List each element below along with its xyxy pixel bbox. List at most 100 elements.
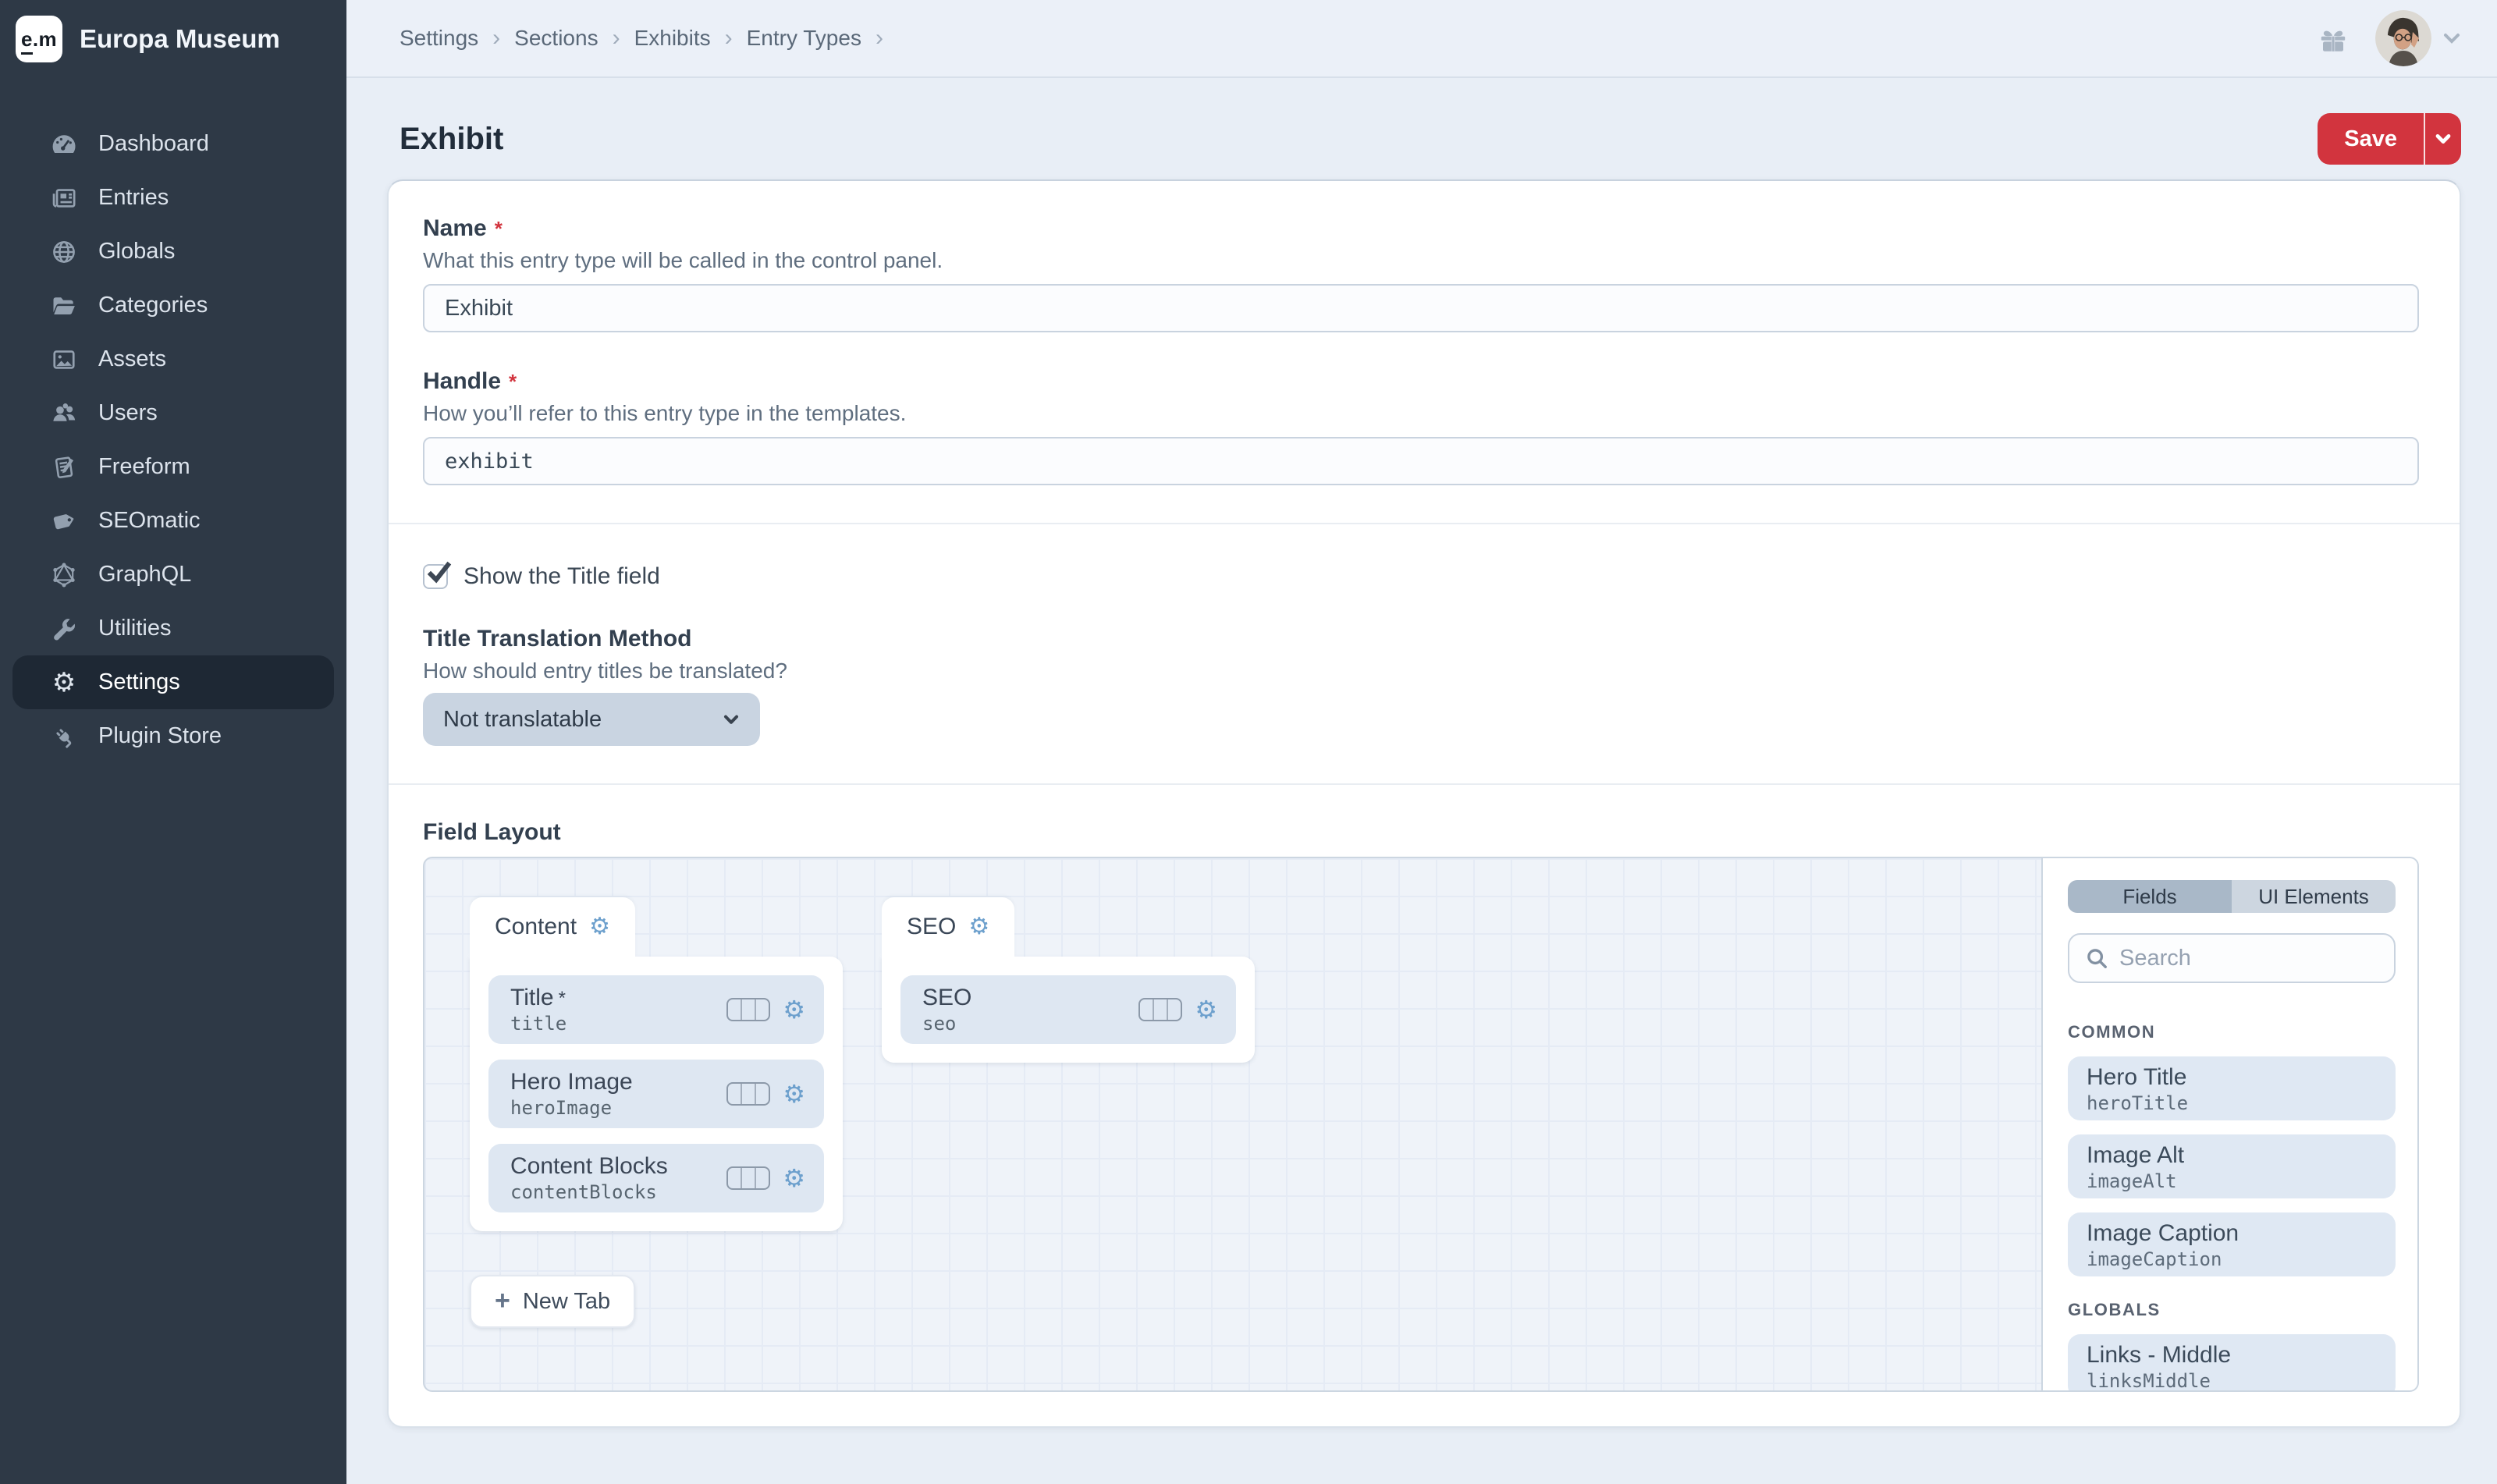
field-settings-gear-icon[interactable]: ⚙ xyxy=(783,1166,805,1191)
name-input[interactable] xyxy=(423,284,2419,332)
sidebar-item-users[interactable]: Users xyxy=(12,386,334,440)
tab-settings-gear-icon[interactable]: ⚙ xyxy=(968,915,989,939)
sidebar-item-label: Users xyxy=(98,400,158,426)
topbar: Settings Sections Exhibits Entry Types xyxy=(346,0,2497,78)
required-asterisk: * xyxy=(559,988,566,1014)
plus-icon xyxy=(495,1287,510,1315)
sidebar-item-seomatic[interactable]: SEOmatic xyxy=(12,494,334,548)
topbar-actions xyxy=(2316,10,2463,66)
sidebar-item-label: Categories xyxy=(98,293,208,318)
wrench-icon xyxy=(50,615,78,643)
gauge-icon xyxy=(50,130,78,158)
picker-field-image-alt[interactable]: Image Alt imageAlt xyxy=(2068,1134,2396,1198)
field-width-widget[interactable] xyxy=(726,1166,770,1190)
sidebar-item-label: Entries xyxy=(98,185,169,211)
page-content: Exhibit Save Name * What this entry type… xyxy=(346,78,2497,1484)
chevron-right-icon xyxy=(613,25,620,51)
save-menu-button[interactable] xyxy=(2424,113,2461,165)
app-window: e.m Europa Museum Dashboard Entries Glob… xyxy=(0,0,2497,1484)
field-handle: seo xyxy=(922,1013,1138,1035)
sidebar-item-label: Utilities xyxy=(98,616,171,641)
breadcrumb-exhibits[interactable]: Exhibits xyxy=(634,26,711,51)
sidebar-nav: Dashboard Entries Globals Categories Ass… xyxy=(0,117,346,763)
field-picker-panel: Fields UI Elements COMMON Hero Title her… xyxy=(2041,858,2417,1390)
picker-field-image-caption[interactable]: Image Caption imageCaption xyxy=(2068,1212,2396,1276)
field-width-widget[interactable] xyxy=(726,1082,770,1106)
title-translation-instructions: How should entry titles be translated? xyxy=(423,659,2419,683)
globe-icon xyxy=(50,238,78,266)
field-settings-gear-icon[interactable]: ⚙ xyxy=(783,997,805,1022)
save-button[interactable]: Save xyxy=(2318,113,2424,165)
new-tab-button[interactable]: New Tab xyxy=(470,1275,635,1328)
sidebar-item-label: Globals xyxy=(98,239,175,264)
field-settings-gear-icon[interactable]: ⚙ xyxy=(783,1081,805,1106)
title-translation-select[interactable]: Not translatable xyxy=(423,693,760,746)
sidebar-item-entries[interactable]: Entries xyxy=(12,171,334,225)
page-title: Exhibit xyxy=(387,122,503,157)
plug-icon xyxy=(50,722,78,751)
field-settings-gear-icon[interactable]: ⚙ xyxy=(1195,997,1217,1022)
search-icon xyxy=(2085,946,2108,970)
layout-field-content-blocks[interactable]: Content Blocks contentBlocks ⚙ xyxy=(488,1144,824,1212)
layout-tab-content-header[interactable]: Content ⚙ xyxy=(470,897,635,957)
logo-text-rest: .m xyxy=(33,27,57,51)
image-icon xyxy=(50,346,78,374)
gift-icon[interactable] xyxy=(2316,21,2350,55)
layout-field-title[interactable]: Title* title ⚙ xyxy=(488,975,824,1044)
layout-tab-name: Content xyxy=(495,914,577,940)
layout-tab-seo-header[interactable]: SEO ⚙ xyxy=(882,897,1014,957)
name-label: Name * xyxy=(423,215,2419,242)
field-layout-designer: Content ⚙ Title* title xyxy=(423,857,2419,1392)
sidebar-item-graphql[interactable]: GraphQL xyxy=(12,548,334,602)
show-title-checkbox[interactable] xyxy=(423,564,448,589)
sidebar-item-categories[interactable]: Categories xyxy=(12,279,334,332)
picker-field-hero-title[interactable]: Hero Title heroTitle xyxy=(2068,1056,2396,1120)
brand-logo: e.m xyxy=(16,16,62,62)
chevron-down-icon xyxy=(721,709,741,730)
clipboard-form-icon xyxy=(50,453,78,481)
field-handle: linksMiddle xyxy=(2087,1370,2377,1390)
name-instructions: What this entry type will be called in t… xyxy=(423,248,2419,273)
layout-field-seo[interactable]: SEO seo ⚙ xyxy=(900,975,1236,1044)
picker-tab-fields[interactable]: Fields xyxy=(2068,880,2232,913)
brand-link[interactable]: e.m Europa Museum xyxy=(0,0,346,78)
show-title-checkbox-row[interactable]: Show the Title field xyxy=(423,563,2419,590)
sidebar-item-label: SEOmatic xyxy=(98,508,201,534)
sidebar-item-plugin-store[interactable]: Plugin Store xyxy=(12,709,334,763)
field-search-input[interactable] xyxy=(2119,946,2378,971)
title-translation-group: Title Translation Method How should entr… xyxy=(423,626,2419,746)
handle-input[interactable] xyxy=(423,437,2419,485)
save-button-group: Save xyxy=(2318,113,2461,165)
sidebar-item-utilities[interactable]: Utilities xyxy=(12,602,334,655)
handle-field-group: Handle * How you’ll refer to this entry … xyxy=(423,368,2419,485)
show-title-checkbox-label: Show the Title field xyxy=(464,563,660,590)
chevron-right-icon xyxy=(725,25,733,51)
field-handle: title xyxy=(510,1013,726,1035)
graphql-icon xyxy=(50,561,78,589)
required-asterisk: * xyxy=(509,370,517,394)
field-width-widget[interactable] xyxy=(726,998,770,1021)
field-handle: imageCaption xyxy=(2087,1248,2377,1270)
breadcrumb: Settings Sections Exhibits Entry Types xyxy=(400,25,883,51)
field-width-widget[interactable] xyxy=(1138,998,1182,1021)
sidebar-item-dashboard[interactable]: Dashboard xyxy=(12,117,334,171)
breadcrumb-entry-types[interactable]: Entry Types xyxy=(747,26,861,51)
picker-field-links-middle[interactable]: Links - Middle linksMiddle xyxy=(2068,1334,2396,1390)
layout-field-hero-image[interactable]: Hero Image heroImage ⚙ xyxy=(488,1060,824,1128)
sidebar-item-settings[interactable]: ⚙ Settings xyxy=(12,655,334,709)
field-handle: imageAlt xyxy=(2087,1170,2377,1192)
breadcrumb-settings[interactable]: Settings xyxy=(400,26,478,51)
sidebar-item-freeform[interactable]: Freeform xyxy=(12,440,334,494)
field-picker-tabs: Fields UI Elements xyxy=(2068,880,2396,913)
sidebar-item-label: Assets xyxy=(98,346,166,372)
sidebar-item-label: GraphQL xyxy=(98,562,191,588)
sidebar-item-label: Freeform xyxy=(98,454,190,480)
account-menu[interactable] xyxy=(2375,10,2463,66)
breadcrumb-sections[interactable]: Sections xyxy=(514,26,598,51)
sidebar-item-globals[interactable]: Globals xyxy=(12,225,334,279)
sidebar-item-assets[interactable]: Assets xyxy=(12,332,334,386)
picker-tab-ui-elements[interactable]: UI Elements xyxy=(2232,880,2396,913)
sidebar-item-label: Plugin Store xyxy=(98,723,222,749)
tab-settings-gear-icon[interactable]: ⚙ xyxy=(589,915,610,939)
picker-group-heading-common: COMMON xyxy=(2068,1022,2396,1042)
